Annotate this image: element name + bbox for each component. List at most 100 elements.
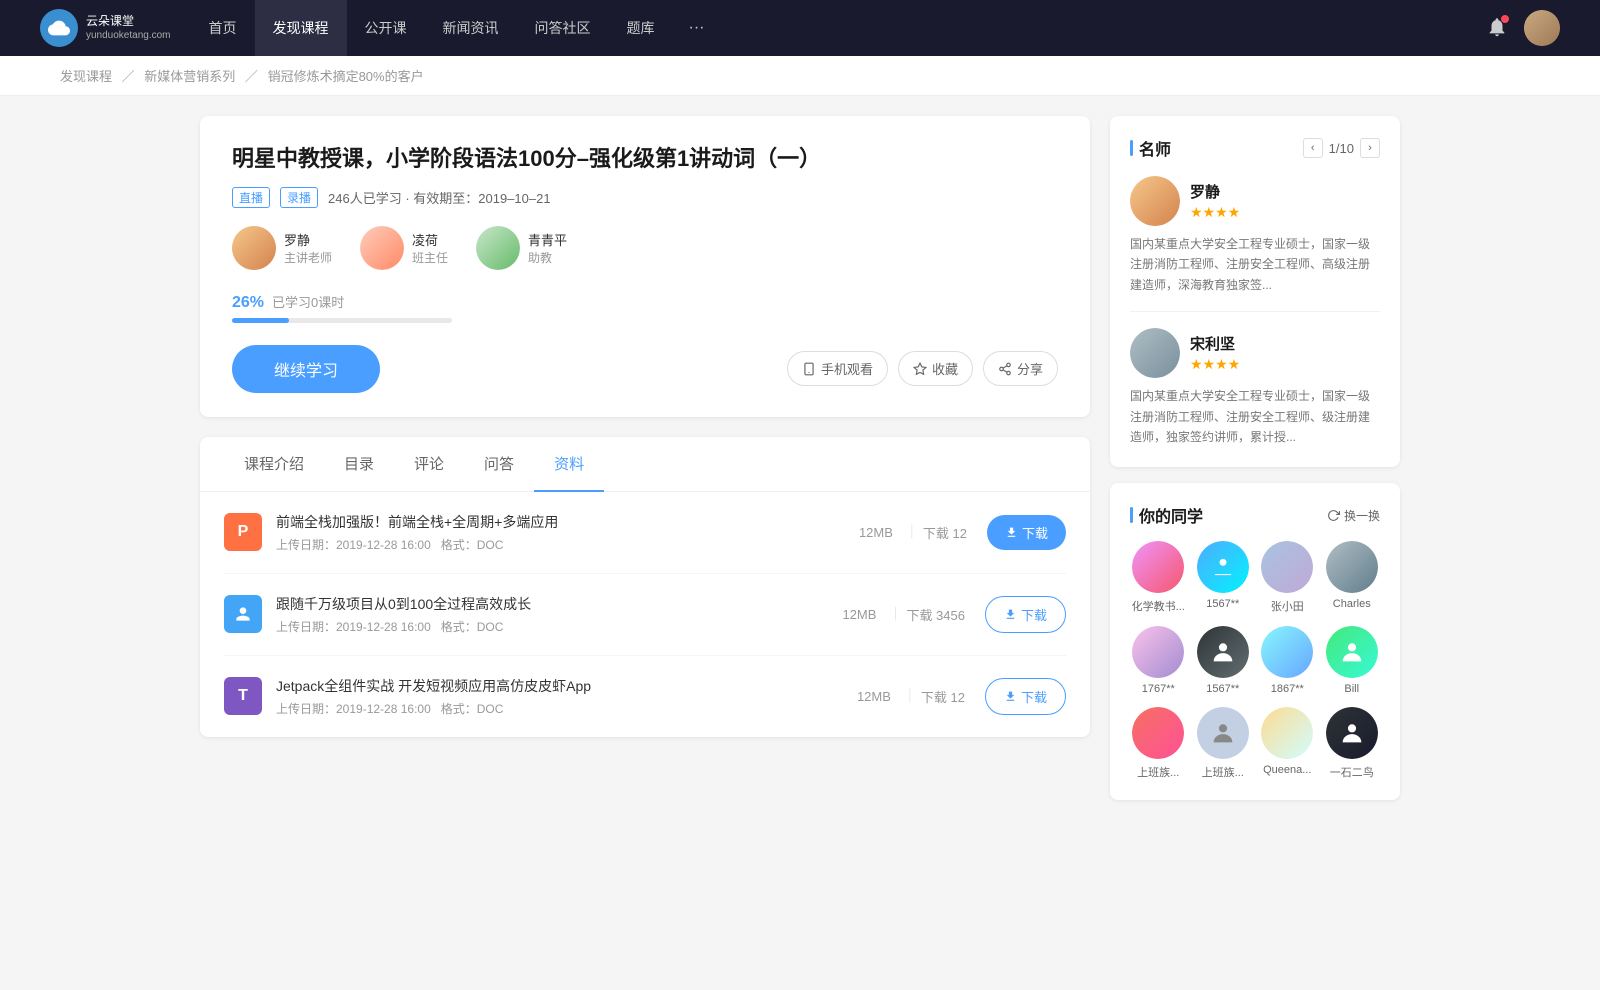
classmate-item-5[interactable]: 1567** bbox=[1195, 626, 1252, 695]
right-panel: 名师 ‹ 1/10 › 罗静 ★★★ bbox=[1110, 116, 1400, 800]
progress-bar-fill bbox=[232, 318, 289, 323]
download-button-2[interactable]: 下载 bbox=[985, 596, 1066, 633]
teacher-linghe[interactable]: 凌荷 班主任 bbox=[360, 226, 448, 270]
resource-icon-1: P bbox=[224, 513, 262, 551]
title-accent bbox=[1130, 140, 1133, 156]
resource-meta-2: 上传日期：2019-12-28 16:00 格式：DOC bbox=[276, 618, 842, 635]
share-button[interactable]: 分享 bbox=[983, 351, 1058, 386]
classmate-name-8: 上班族... bbox=[1137, 764, 1179, 780]
classmate-item-8[interactable]: 上班族... bbox=[1130, 707, 1187, 780]
classmate-item-10[interactable]: Queena... bbox=[1259, 707, 1316, 780]
collect-button[interactable]: 收藏 bbox=[898, 351, 973, 386]
teachers-row: 罗静 主讲老师 凌荷 班主任 bbox=[232, 226, 1058, 270]
nav-item-quiz[interactable]: 题库 bbox=[609, 0, 673, 56]
resource-info-1: 前端全栈加强版！前端全栈+全周期+多端应用 上传日期：2019-12-28 16… bbox=[276, 512, 859, 553]
download-button-3[interactable]: 下载 bbox=[985, 678, 1066, 715]
tab-intro[interactable]: 课程介绍 bbox=[224, 437, 324, 492]
teacher-linghe-avatar bbox=[360, 226, 404, 270]
mobile-icon bbox=[802, 362, 816, 376]
classmate-item-7[interactable]: Bill bbox=[1324, 626, 1381, 695]
progress-text: 已学习0课时 bbox=[272, 292, 344, 311]
course-action-row: 继续学习 手机观看 收藏 分享 bbox=[232, 345, 1058, 393]
breadcrumb-series[interactable]: 新媒体营销系列 bbox=[144, 69, 235, 84]
notification-bell[interactable] bbox=[1486, 16, 1508, 41]
tab-qa[interactable]: 问答 bbox=[464, 437, 534, 492]
resource-list: P 前端全栈加强版！前端全栈+全周期+多端应用 上传日期：2019-12-28 … bbox=[200, 492, 1090, 737]
resource-name-2: 跟随千万级项目从0到100全过程高效成长 bbox=[276, 594, 842, 614]
resource-item-1: P 前端全栈加强版！前端全栈+全周期+多端应用 上传日期：2019-12-28 … bbox=[224, 492, 1066, 574]
nav-item-news[interactable]: 新闻资讯 bbox=[425, 0, 517, 56]
classmate-avatar-10 bbox=[1261, 707, 1313, 759]
classmate-item-2[interactable]: 张小田 bbox=[1259, 541, 1316, 614]
breadcrumb-discover[interactable]: 发现课程 bbox=[60, 69, 112, 84]
logo-text: 云朵课堂 yunduoketang.com bbox=[86, 14, 171, 43]
teacher-qingqingping[interactable]: 青青平 助教 bbox=[476, 226, 567, 270]
classmate-item-0[interactable]: 化学教书... bbox=[1130, 541, 1187, 614]
nav-item-home[interactable]: 首页 bbox=[191, 0, 255, 56]
notification-dot bbox=[1501, 15, 1509, 23]
tc-avatar-songlijian bbox=[1130, 328, 1180, 378]
progress-section: 26% 已学习0课时 bbox=[232, 292, 1058, 323]
resource-icon-2 bbox=[224, 595, 262, 633]
tc-name-songlijian: 宋利坚 bbox=[1190, 333, 1240, 354]
mobile-watch-button[interactable]: 手机观看 bbox=[787, 351, 888, 386]
nav-item-opencourse[interactable]: 公开课 bbox=[347, 0, 425, 56]
resource-downloads-3: 下载 12 bbox=[921, 687, 965, 706]
nav-item-discover[interactable]: 发现课程 bbox=[255, 0, 347, 56]
resource-item-2: 跟随千万级项目从0到100全过程高效成长 上传日期：2019-12-28 16:… bbox=[224, 574, 1066, 656]
resource-downloads-2: 下载 3456 bbox=[906, 605, 965, 624]
mobile-watch-label: 手机观看 bbox=[821, 359, 873, 378]
logo[interactable]: 云朵课堂 yunduoketang.com bbox=[40, 9, 171, 47]
resource-meta-1: 上传日期：2019-12-28 16:00 格式：DOC bbox=[276, 536, 859, 553]
next-page-button[interactable]: › bbox=[1360, 138, 1380, 158]
teacher-linghe-name: 凌荷 bbox=[412, 230, 448, 249]
classmate-item-3[interactable]: Charles bbox=[1324, 541, 1381, 614]
classmates-card: 你的同学 换一换 化学教书... bbox=[1110, 483, 1400, 800]
teacher-card-songlijian: 宋利坚 ★★★★ 国内某重点大学安全工程专业硕士，国家一级注册消防工程师、注册安… bbox=[1130, 328, 1380, 447]
classmate-avatar-9 bbox=[1197, 707, 1249, 759]
tc-info-songlijian: 宋利坚 ★★★★ bbox=[1190, 333, 1240, 373]
course-title: 明星中教授课，小学阶段语法100分–强化级第1讲动词（一） bbox=[232, 144, 1058, 175]
progress-bar-bg bbox=[232, 318, 452, 323]
refresh-button[interactable]: 换一换 bbox=[1327, 507, 1380, 524]
classmates-title-accent bbox=[1130, 507, 1133, 523]
classmates-title: 你的同学 bbox=[1130, 503, 1203, 527]
share-icon bbox=[998, 362, 1012, 376]
tab-review[interactable]: 评论 bbox=[394, 437, 464, 492]
classmate-item-9[interactable]: 上班族... bbox=[1195, 707, 1252, 780]
nav-item-more[interactable]: ··· bbox=[673, 0, 721, 56]
teacher-luojing[interactable]: 罗静 主讲老师 bbox=[232, 226, 332, 270]
teacher-qingqingping-avatar bbox=[476, 226, 520, 270]
tc-desc-luojing: 国内某重点大学安全工程专业硕士，国家一级注册消防工程师、注册安全工程师、高级注册… bbox=[1130, 234, 1380, 295]
tabs-header: 课程介绍 目录 评论 问答 资料 bbox=[200, 437, 1090, 492]
resource-name-3: Jetpack全组件实战 开发短视频应用高仿皮皮虾App bbox=[276, 676, 857, 696]
tc-header-luojing: 罗静 ★★★★ bbox=[1130, 176, 1380, 226]
prev-page-button[interactable]: ‹ bbox=[1303, 138, 1323, 158]
download-icon-1 bbox=[1005, 526, 1018, 539]
tag-live: 直播 bbox=[232, 187, 270, 208]
classmate-avatar-11 bbox=[1326, 707, 1378, 759]
classmate-item-4[interactable]: 1767** bbox=[1130, 626, 1187, 695]
classmates-grid: 化学教书... 1567** 张小田 bbox=[1130, 541, 1380, 780]
classmate-name-1: 1567** bbox=[1206, 598, 1239, 610]
tab-resource[interactable]: 资料 bbox=[534, 437, 604, 492]
classmate-avatar-3 bbox=[1326, 541, 1378, 593]
resource-name-1: 前端全栈加强版！前端全栈+全周期+多端应用 bbox=[276, 512, 859, 532]
tabs-section: 课程介绍 目录 评论 问答 资料 P 前端全栈加强版！前端全栈+全周期+多端应用… bbox=[200, 437, 1090, 737]
download-icon-3 bbox=[1004, 690, 1017, 703]
classmate-item-6[interactable]: 1867** bbox=[1259, 626, 1316, 695]
classmate-name-9: 上班族... bbox=[1202, 764, 1244, 780]
tab-catalog[interactable]: 目录 bbox=[324, 437, 394, 492]
download-button-1[interactable]: 下载 bbox=[987, 515, 1066, 550]
classmates-header: 你的同学 换一换 bbox=[1130, 503, 1380, 527]
classmate-item-11[interactable]: 一石二鸟 bbox=[1324, 707, 1381, 780]
nav-item-qa[interactable]: 问答社区 bbox=[517, 0, 609, 56]
breadcrumb-current: 销冠修炼术摘定80%的客户 bbox=[268, 69, 424, 84]
user-avatar[interactable] bbox=[1524, 10, 1560, 46]
share-label: 分享 bbox=[1017, 359, 1043, 378]
teacher-luojing-role: 主讲老师 bbox=[284, 249, 332, 266]
tc-name-luojing: 罗静 bbox=[1190, 181, 1240, 202]
classmate-name-3: Charles bbox=[1333, 598, 1371, 610]
continue-learning-button[interactable]: 继续学习 bbox=[232, 345, 380, 393]
classmate-item-1[interactable]: 1567** bbox=[1195, 541, 1252, 614]
